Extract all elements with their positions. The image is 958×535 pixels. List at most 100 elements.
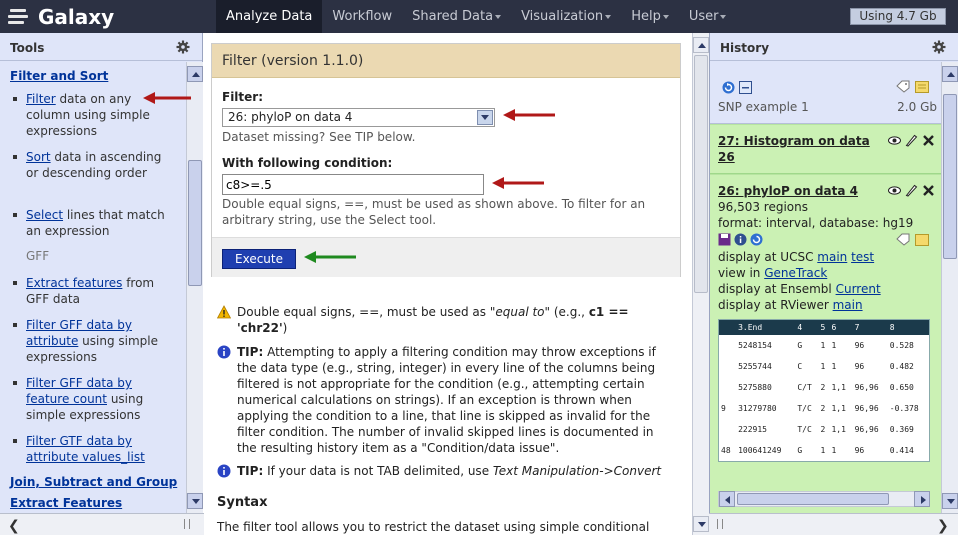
dropdown-button[interactable] bbox=[477, 110, 493, 125]
peek-cell: 1,1 bbox=[831, 404, 846, 413]
history-scrollbar[interactable] bbox=[941, 62, 958, 513]
tool-link-filter[interactable]: Filter bbox=[26, 92, 56, 106]
main-nav: Analyze Data Workflow Shared Data Visual… bbox=[216, 0, 736, 33]
condition-label: With following condition: bbox=[222, 156, 393, 170]
scroll-thumb[interactable] bbox=[694, 55, 708, 293]
nav-visualization[interactable]: Visualization bbox=[511, 0, 621, 33]
peek-row: 5275880 C/T 2 1,1 96,96 0.650 bbox=[719, 377, 929, 398]
peek-h-scrollbar[interactable] bbox=[718, 491, 930, 507]
peek-cell: C bbox=[797, 362, 803, 371]
dataset-title[interactable]: 27: Histogram on data 26 bbox=[718, 133, 878, 165]
tool-link-filter-gtf-attribute[interactable]: Filter GTF data by attribute values_list bbox=[26, 434, 145, 464]
tip-note-1: TIP: Attempting to apply a filtering con… bbox=[217, 344, 677, 456]
scroll-down-button[interactable] bbox=[187, 493, 203, 509]
tip-line: filtered is not appropriate for the cond… bbox=[237, 377, 645, 391]
peek-cell bbox=[719, 356, 736, 377]
eye-icon[interactable] bbox=[888, 134, 901, 147]
genetrack-link[interactable]: GeneTrack bbox=[764, 266, 827, 280]
brand[interactable]: Galaxy bbox=[6, 3, 114, 31]
dataset-title[interactable]: 26: phyloP on data 4 bbox=[718, 183, 878, 199]
peek-cell: 96 bbox=[854, 341, 865, 350]
section-join-subtract-group[interactable]: Join, Subtract and Group bbox=[0, 475, 177, 489]
nav-workflow[interactable]: Workflow bbox=[322, 0, 402, 33]
gear-icon[interactable] bbox=[176, 40, 190, 54]
tools-scrollbar[interactable] bbox=[186, 62, 203, 513]
tool-link-extract-features[interactable]: Extract features bbox=[26, 276, 122, 290]
tool-link-select[interactable]: Select bbox=[26, 208, 63, 222]
save-icon[interactable] bbox=[718, 233, 731, 246]
resize-grip-icon[interactable] bbox=[184, 519, 190, 529]
scroll-left-button[interactable] bbox=[719, 491, 735, 507]
peek-cell: 2 bbox=[820, 383, 826, 392]
tip-1-text: TIP: Attempting to apply a filtering con… bbox=[217, 344, 677, 456]
ucsc-main-link[interactable]: main bbox=[817, 250, 847, 264]
tool-link-sort[interactable]: Sort bbox=[26, 150, 51, 164]
resize-grip-icon[interactable] bbox=[717, 519, 723, 529]
scroll-up-button[interactable] bbox=[942, 66, 958, 82]
peek-cell bbox=[719, 377, 736, 398]
peek-cell: 0.369 bbox=[889, 425, 914, 434]
delete-icon[interactable] bbox=[922, 184, 935, 197]
scroll-thumb[interactable] bbox=[943, 94, 957, 259]
collapse-icon[interactable] bbox=[739, 81, 752, 94]
peek-cell: G bbox=[797, 341, 803, 350]
peek-row: 222915 T/C 2 1,1 96,96 0.369 bbox=[719, 419, 929, 440]
section-extract-features[interactable]: Extract Features bbox=[0, 496, 122, 510]
pencil-icon[interactable] bbox=[905, 184, 918, 197]
display-ucsc-row: display at UCSC main test bbox=[718, 249, 933, 265]
nav-shared-data[interactable]: Shared Data bbox=[402, 0, 511, 33]
scroll-thumb[interactable] bbox=[188, 160, 202, 286]
tool-form: Filter (version 1.1.0) Filter: 26: phylo… bbox=[211, 43, 681, 277]
condition-input[interactable] bbox=[222, 174, 484, 195]
nav-label: Shared Data bbox=[412, 9, 494, 24]
tip-line: the data type (e.g., string, integer) in… bbox=[237, 361, 656, 375]
history-dataset-27[interactable]: 27: Histogram on data 26 bbox=[710, 124, 941, 174]
ensembl-current-link[interactable]: Current bbox=[836, 282, 881, 296]
scroll-up-button[interactable] bbox=[693, 37, 709, 53]
section-filter-and-sort[interactable]: Filter and Sort bbox=[0, 69, 108, 83]
peek-cell: 0.414 bbox=[889, 446, 914, 455]
history-dataset-26[interactable]: 26: phyloP on data 4 96,503 regions form… bbox=[710, 174, 941, 513]
refresh-icon[interactable] bbox=[750, 233, 763, 246]
peek-cell bbox=[719, 419, 736, 440]
history-name[interactable]: SNP example 1 bbox=[718, 100, 809, 114]
scroll-right-button[interactable] bbox=[914, 491, 930, 507]
rviewer-main-link[interactable]: main bbox=[833, 298, 863, 312]
gear-icon[interactable] bbox=[932, 40, 946, 54]
annotation-icon[interactable] bbox=[915, 80, 929, 93]
nav-help[interactable]: Help bbox=[621, 0, 679, 33]
masthead: Galaxy Analyze Data Workflow Shared Data… bbox=[0, 0, 958, 33]
nav-user[interactable]: User bbox=[679, 0, 737, 33]
scroll-thumb[interactable] bbox=[737, 493, 889, 505]
peek-cell: 5255744 bbox=[738, 362, 772, 371]
scroll-down-button[interactable] bbox=[942, 493, 958, 509]
display-label: display at RViewer bbox=[718, 298, 833, 312]
tags-icon[interactable] bbox=[896, 233, 910, 246]
center-scrollbar[interactable] bbox=[692, 33, 709, 535]
eye-icon[interactable] bbox=[888, 184, 901, 197]
pencil-icon[interactable] bbox=[905, 134, 918, 147]
peek-cell: 100641249 bbox=[738, 446, 782, 455]
refresh-icon[interactable] bbox=[722, 81, 735, 94]
collapse-right-icon[interactable]: ❯ bbox=[937, 518, 949, 534]
scroll-up-button[interactable] bbox=[187, 66, 203, 82]
tags-icon[interactable] bbox=[896, 80, 910, 93]
annotation-icon[interactable] bbox=[915, 233, 929, 246]
delete-icon[interactable] bbox=[922, 134, 935, 147]
info-icon bbox=[217, 464, 231, 478]
scroll-down-button[interactable] bbox=[693, 516, 709, 532]
peek-cell: T/C bbox=[797, 404, 812, 413]
nav-analyze-data[interactable]: Analyze Data bbox=[216, 0, 323, 33]
execute-button[interactable]: Execute bbox=[222, 249, 296, 269]
warning-bold-a: c1 == bbox=[588, 305, 629, 319]
center-panel: Filter (version 1.1.0) Filter: 26: phylo… bbox=[211, 43, 692, 535]
dataset-select[interactable]: 26: phyloP on data 4 bbox=[222, 108, 495, 127]
arrow-up-icon bbox=[698, 43, 706, 48]
info-icon[interactable] bbox=[734, 233, 747, 246]
peek-cell: 1 bbox=[820, 446, 826, 455]
peek-cell: 31279780 bbox=[738, 404, 777, 413]
collapse-left-icon[interactable]: ❮ bbox=[8, 518, 20, 534]
tip-note-2: TIP: If your data is not TAB delimited, … bbox=[217, 463, 677, 479]
tip-label: TIP: bbox=[237, 345, 264, 359]
ucsc-test-link[interactable]: test bbox=[851, 250, 874, 264]
